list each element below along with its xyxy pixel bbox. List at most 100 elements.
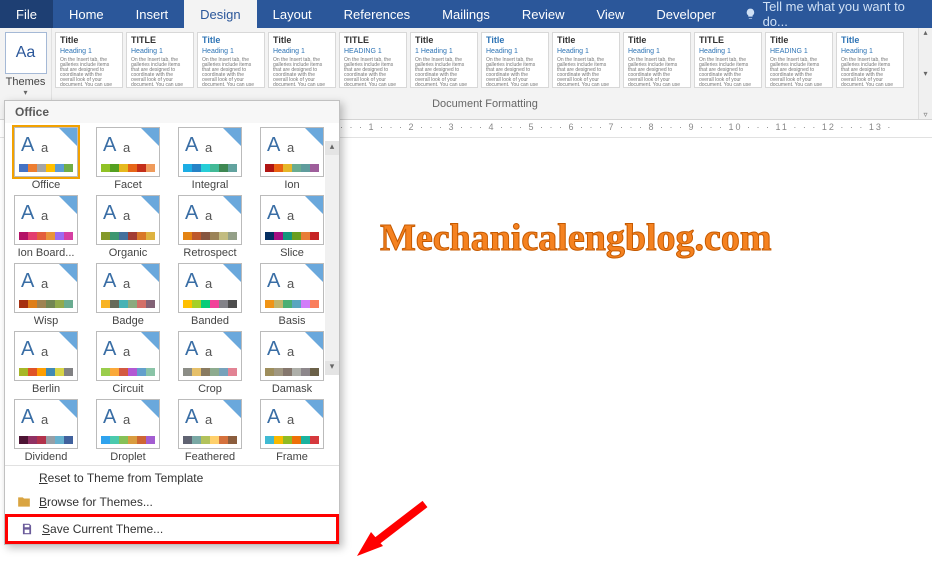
theme-name-label: Facet	[114, 179, 142, 191]
theme-item-ion[interactable]: Aa Ion	[257, 127, 327, 191]
style-set-thumb[interactable]: TitleHeading 1On the Insert tab, the gal…	[552, 32, 620, 88]
theme-swatch: Aa	[178, 331, 242, 381]
theme-item-slice[interactable]: Aa Slice	[257, 195, 327, 259]
theme-item-basis[interactable]: AaBasis	[257, 263, 327, 327]
themes-panel-footer: Reset to Theme from Template Browse for …	[5, 465, 339, 544]
tab-developer[interactable]: Developer	[640, 0, 731, 28]
theme-item-badge[interactable]: Aa Badge	[93, 263, 163, 327]
theme-name-label: Ion	[284, 179, 299, 191]
theme-name-label: Badge	[112, 315, 144, 327]
theme-swatch: Aa	[178, 127, 242, 177]
themes-button[interactable]: Aa	[5, 32, 47, 74]
theme-name-label: Wisp	[34, 315, 58, 327]
style-set-thumb[interactable]: TITLEHeading 1On the Insert tab, the gal…	[694, 32, 762, 88]
theme-name-label: Office	[32, 179, 61, 191]
style-set-thumb[interactable]: TitleHeading 1On the Insert tab, the gal…	[197, 32, 265, 88]
theme-item-office[interactable]: Aa Office	[11, 127, 81, 191]
browse-label-rest: rowse for Themes...	[47, 495, 153, 509]
theme-item-retrospect[interactable]: AaRetrospect	[175, 195, 245, 259]
tab-references[interactable]: References	[328, 0, 426, 28]
themes-glyph: Aa	[16, 44, 36, 62]
tab-mailings[interactable]: Mailings	[426, 0, 506, 28]
style-set-thumb[interactable]: TitleHeading 1On the Insert tab, the gal…	[481, 32, 549, 88]
style-set-thumb[interactable]: TitleHEADING 1On the Insert tab, the gal…	[765, 32, 833, 88]
style-set-thumb[interactable]: TITLEHeading 1On the Insert tab, the gal…	[126, 32, 194, 88]
browse-themes-item[interactable]: Browse for Themes...	[5, 490, 339, 514]
theme-swatch: Aa	[260, 331, 324, 381]
browse-accel: B	[39, 495, 47, 509]
theme-swatch: Aa	[14, 263, 78, 313]
theme-item-dividend[interactable]: AaDividend	[11, 399, 81, 463]
theme-swatch: Aa	[96, 127, 160, 177]
tab-review[interactable]: Review	[506, 0, 581, 28]
theme-item-ion-board-[interactable]: AaIon Board...	[11, 195, 81, 259]
reset-accel: R	[39, 471, 48, 485]
theme-name-label: Slice	[280, 247, 304, 259]
theme-swatch: Aa	[96, 331, 160, 381]
theme-swatch: Aa	[96, 195, 160, 245]
theme-swatch: Aa	[260, 263, 324, 313]
tab-design[interactable]: Design	[184, 0, 256, 28]
tab-home[interactable]: Home	[53, 0, 120, 28]
themes-dropdown: Office AaOfficeAaFacetAaIntegralAaIonAaI…	[4, 100, 340, 545]
theme-item-wisp[interactable]: Aa Wisp	[11, 263, 81, 327]
annotation-arrow-icon	[355, 498, 435, 558]
theme-item-banded[interactable]: AaBanded	[175, 263, 245, 327]
theme-item-frame[interactable]: AaFrame	[257, 399, 327, 463]
folder-icon	[17, 495, 31, 509]
theme-swatch: Aa	[178, 195, 242, 245]
bulb-icon	[744, 7, 757, 21]
chevron-down-icon[interactable]: ▾	[919, 69, 932, 78]
theme-swatch: Aa	[260, 127, 324, 177]
reset-label-rest: eset to Theme from Template	[48, 471, 204, 485]
tab-view[interactable]: View	[580, 0, 640, 28]
ribbon-tabs: File HomeInsertDesignLayoutReferencesMai…	[0, 0, 932, 28]
theme-item-facet[interactable]: Aa Facet	[93, 127, 163, 191]
theme-item-feathered[interactable]: AaFeathered	[175, 399, 245, 463]
theme-item-organic[interactable]: Aa Organic	[93, 195, 163, 259]
scroll-down-icon[interactable]: ▾	[325, 361, 339, 375]
theme-swatch: Aa	[96, 399, 160, 449]
style-set-thumb[interactable]: TitleHeading 1On the Insert tab, the gal…	[836, 32, 904, 88]
theme-swatch: Aa	[14, 127, 78, 177]
theme-name-label: Berlin	[32, 383, 60, 395]
theme-item-droplet[interactable]: Aa Droplet	[93, 399, 163, 463]
style-set-thumb[interactable]: TitleHeading 1On the Insert tab, the gal…	[268, 32, 336, 88]
theme-swatch: Aa	[260, 195, 324, 245]
more-icon[interactable]: ▿	[919, 110, 932, 119]
chevron-up-icon[interactable]: ▴	[919, 28, 932, 37]
save-current-theme-item[interactable]: Save Current Theme...	[5, 514, 339, 544]
theme-item-damask[interactable]: Aa Damask	[257, 331, 327, 395]
theme-name-label: Droplet	[110, 451, 145, 463]
file-tab[interactable]: File	[0, 0, 53, 28]
theme-swatch: Aa	[14, 399, 78, 449]
style-set-thumb[interactable]: Title1 Heading 1On the Insert tab, the g…	[410, 32, 478, 88]
reset-theme-item[interactable]: Reset to Theme from Template	[5, 466, 339, 490]
save-label-rest: ave Current Theme...	[50, 522, 163, 536]
theme-item-integral[interactable]: Aa Integral	[175, 127, 245, 191]
scroll-up-icon[interactable]: ▴	[325, 141, 339, 155]
themes-panel-header: Office	[5, 101, 339, 123]
theme-item-circuit[interactable]: AaCircuit	[93, 331, 163, 395]
style-set-thumb[interactable]: TitleHeading 1On the Insert tab, the gal…	[55, 32, 123, 88]
theme-name-label: Frame	[276, 451, 308, 463]
theme-name-label: Feathered	[185, 451, 235, 463]
theme-name-label: Organic	[109, 247, 148, 259]
theme-name-label: Integral	[192, 179, 229, 191]
theme-name-label: Damask	[272, 383, 312, 395]
theme-swatch: Aa	[96, 263, 160, 313]
theme-item-crop[interactable]: AaCrop	[175, 331, 245, 395]
theme-name-label: Banded	[191, 315, 229, 327]
style-set-thumb[interactable]: TitleHeading 1On the Insert tab, the gal…	[623, 32, 691, 88]
watermark-text: Mechanicalengblog.com	[380, 216, 772, 260]
chevron-down-icon: ▾	[23, 88, 27, 97]
theme-name-label: Ion Board...	[18, 247, 75, 259]
save-icon	[20, 522, 34, 536]
style-set-thumb[interactable]: TITLEHEADING 1On the Insert tab, the gal…	[339, 32, 407, 88]
tab-layout[interactable]: Layout	[257, 0, 328, 28]
themes-scrollbar[interactable]: ▴ ▾	[325, 141, 339, 375]
theme-item-berlin[interactable]: AaBerlin	[11, 331, 81, 395]
styleset-scroll[interactable]: ▴ ▾ ▿	[918, 28, 932, 119]
tell-me-search[interactable]: Tell me what you want to do...	[732, 0, 932, 28]
tab-insert[interactable]: Insert	[120, 0, 185, 28]
